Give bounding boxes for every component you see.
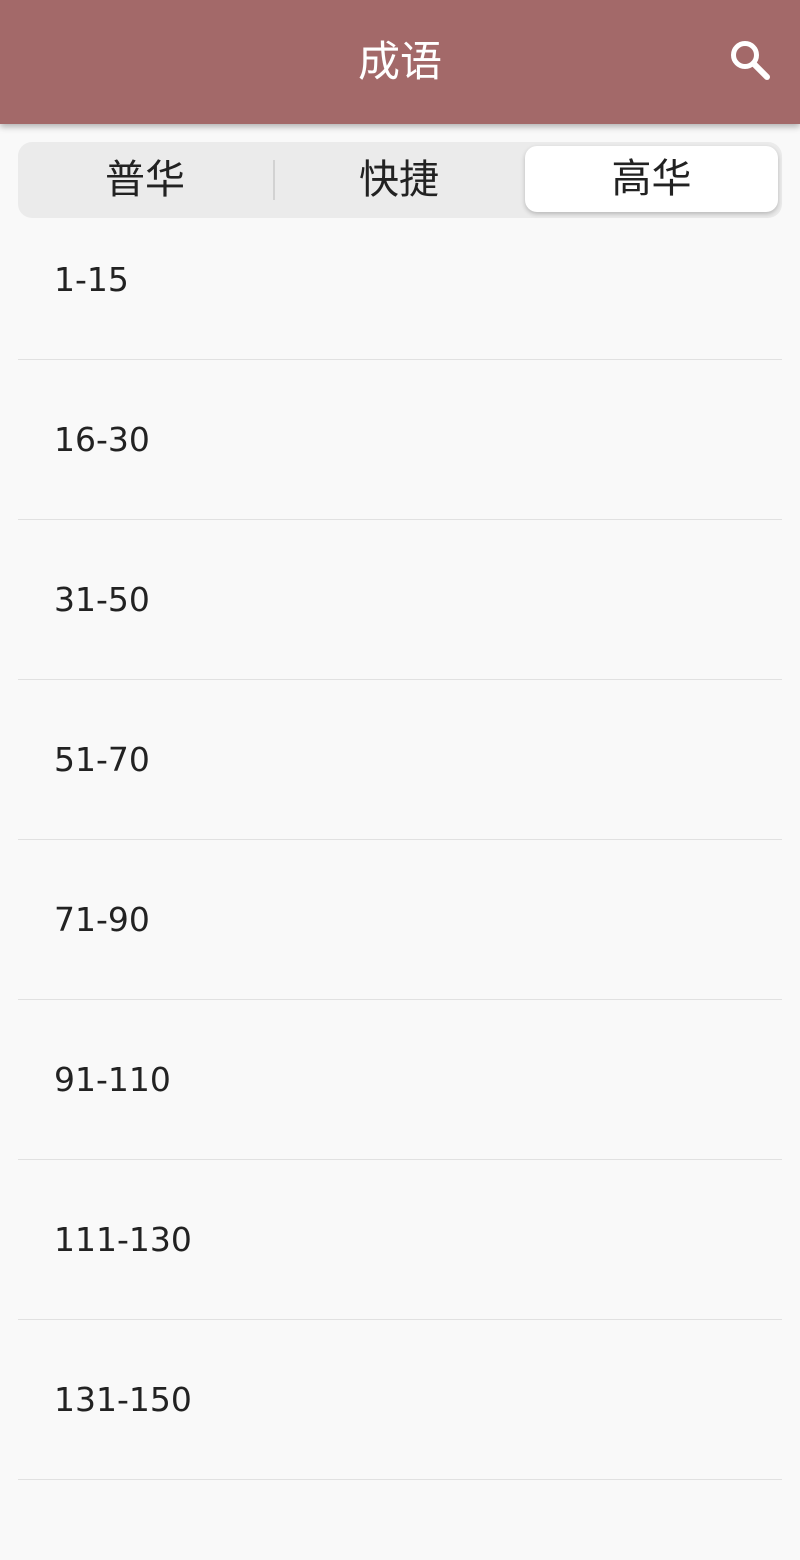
list-item[interactable]: 1-15 <box>0 200 800 360</box>
list-item[interactable]: 51-70 <box>0 680 800 840</box>
divider <box>18 1479 782 1480</box>
range-list: 1-15 16-30 31-50 51-70 71-90 91-110 111-… <box>0 200 800 1480</box>
tab-gaohua[interactable]: 高华 <box>525 146 778 212</box>
list-item-label: 111-130 <box>54 1220 192 1259</box>
search-icon <box>728 38 772 86</box>
tab-kuaijie[interactable]: 快捷 <box>272 142 526 218</box>
segmented-tabs: 普华 快捷 高华 <box>18 142 782 218</box>
list-item-label: 31-50 <box>54 580 150 619</box>
app-bar: 成语 <box>0 0 800 124</box>
tab-puhua[interactable]: 普华 <box>18 142 272 218</box>
list-item[interactable]: 71-90 <box>0 840 800 1000</box>
list-item-label: 91-110 <box>54 1060 171 1099</box>
list-item-label: 16-30 <box>54 420 150 459</box>
list-item-label: 71-90 <box>54 900 150 939</box>
list-item[interactable]: 91-110 <box>0 1000 800 1160</box>
list-item-label: 51-70 <box>54 740 150 779</box>
list-item[interactable]: 16-30 <box>0 360 800 520</box>
list-item[interactable]: 111-130 <box>0 1160 800 1320</box>
search-button[interactable] <box>722 34 778 90</box>
page-title: 成语 <box>357 37 442 86</box>
list-item[interactable]: 31-50 <box>0 520 800 680</box>
list-item-label: 131-150 <box>54 1380 192 1419</box>
list-item-label: 1-15 <box>54 260 129 299</box>
list-item[interactable]: 131-150 <box>0 1320 800 1480</box>
